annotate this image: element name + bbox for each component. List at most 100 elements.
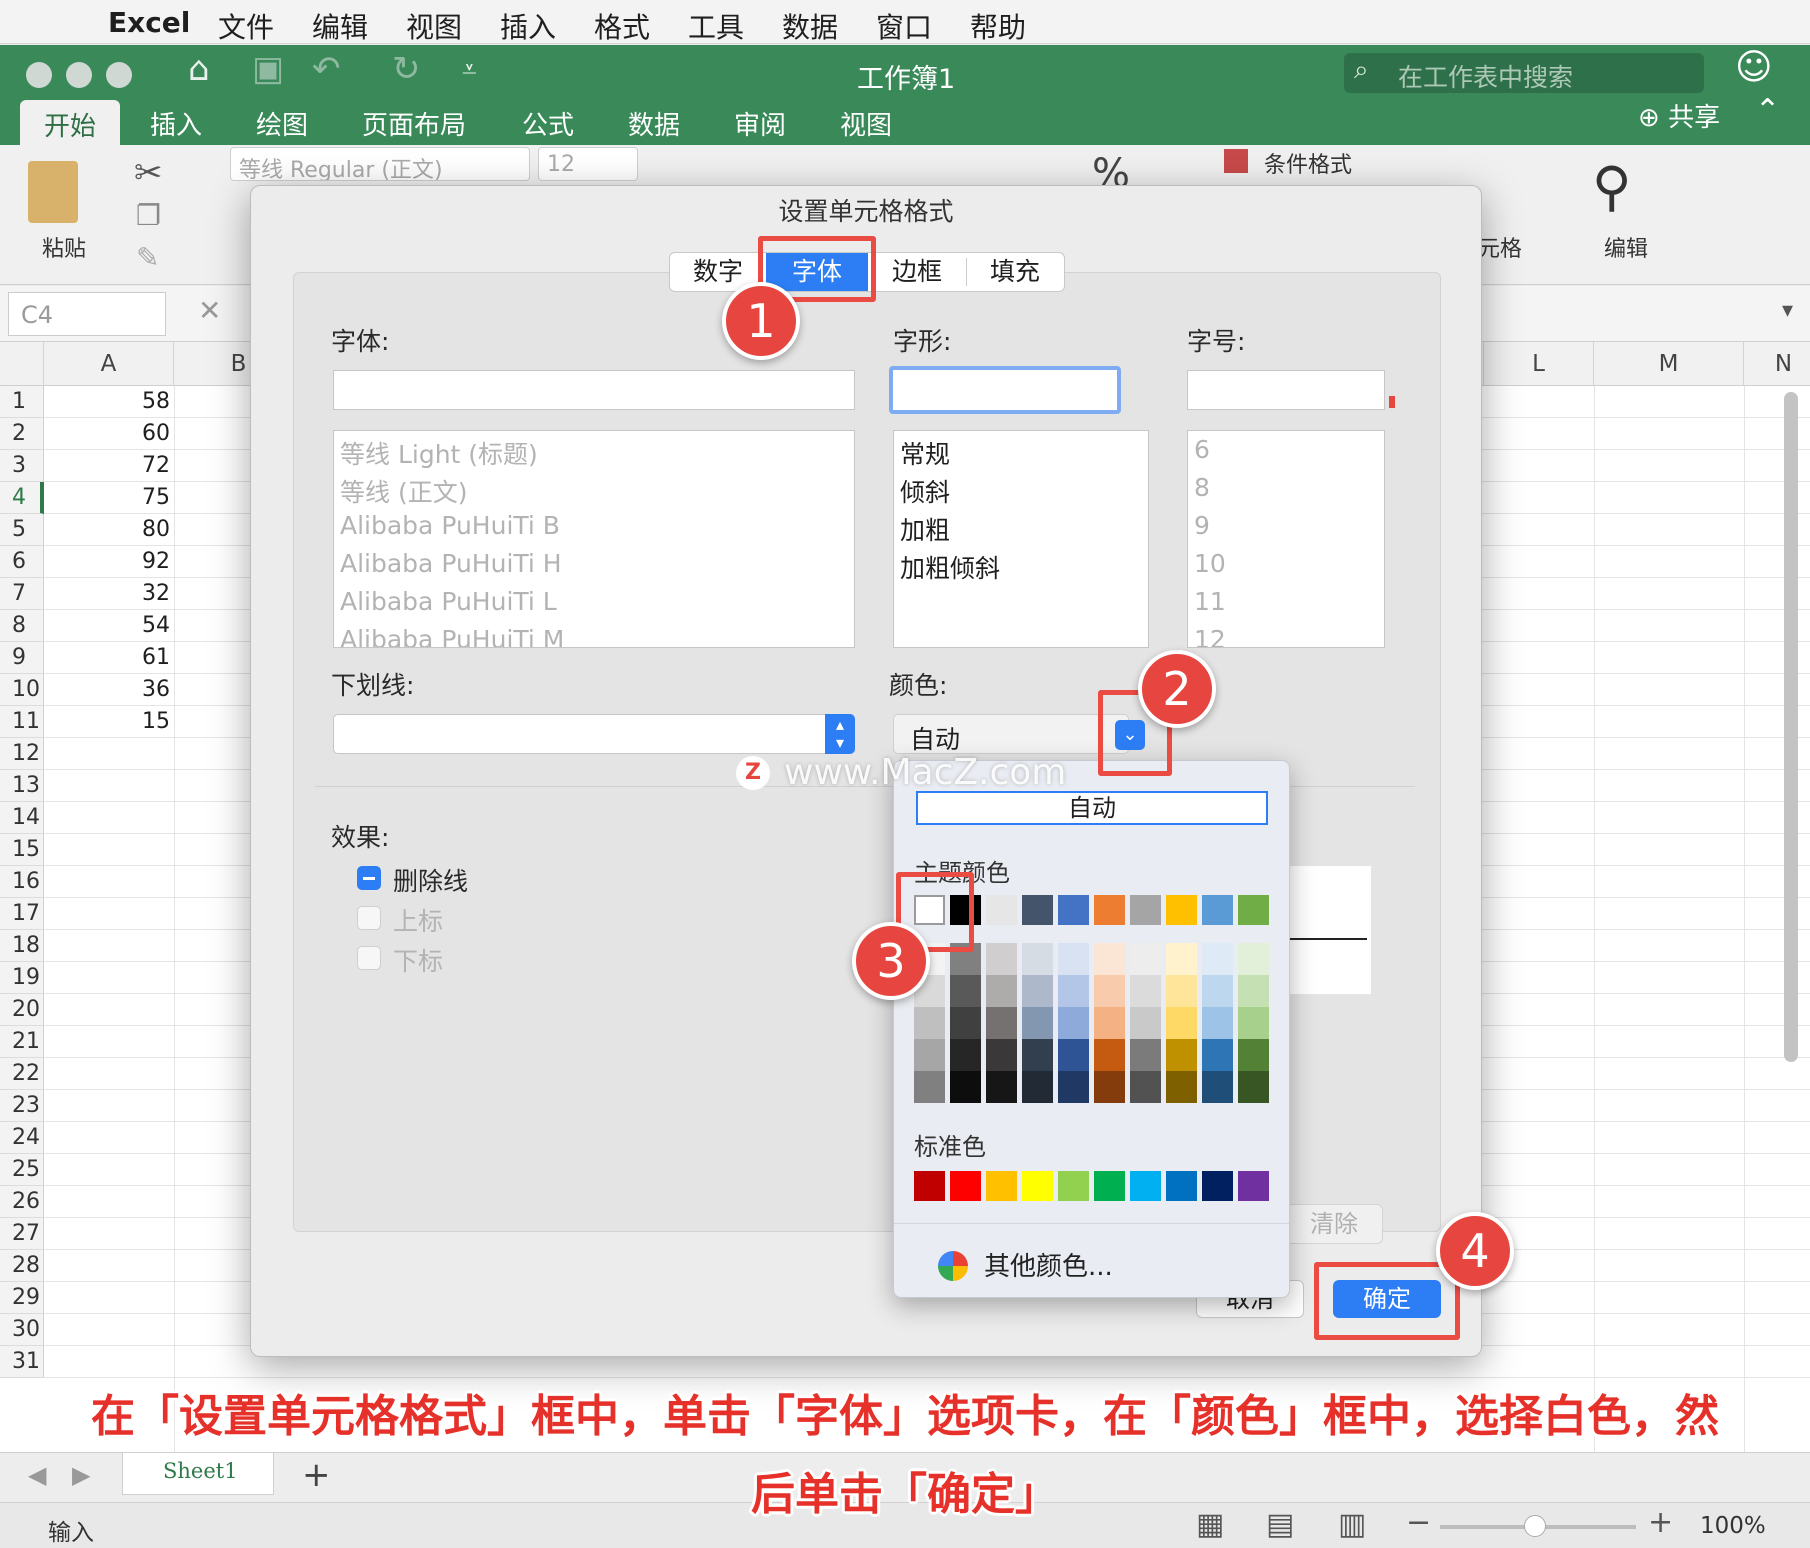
list-item[interactable]: 8 [1194,473,1210,502]
font-size-list[interactable]: 6 8 9 10 11 12 [1187,430,1385,648]
menu-file[interactable]: 文件 [218,6,274,46]
theme-shade-swatch[interactable] [1094,1039,1125,1071]
row-header[interactable]: 23 [0,1090,44,1122]
list-item[interactable]: 10 [1194,549,1226,578]
theme-shade-swatch[interactable] [986,1007,1017,1039]
theme-shade-swatch[interactable] [1130,1007,1161,1039]
list-item[interactable]: Alibaba PuHuiTi H [340,549,562,578]
row-header[interactable]: 16 [0,866,44,898]
theme-shade-swatch[interactable] [986,1039,1017,1071]
subscript-checkbox[interactable] [357,946,381,970]
row-header[interactable]: 17 [0,898,44,930]
menu-app-name[interactable]: Excel [108,6,190,39]
color-select[interactable]: 自动 [893,714,1129,754]
standard-color-swatch[interactable] [1166,1171,1197,1201]
menu-insert[interactable]: 插入 [500,6,556,46]
row-header[interactable]: 19 [0,962,44,994]
table-cell[interactable]: 58 [44,386,174,418]
theme-shade-swatch[interactable] [1166,975,1197,1007]
theme-color-swatch[interactable] [986,895,1017,925]
list-item[interactable]: Alibaba PuHuiTi B [340,511,560,540]
theme-shade-swatch[interactable] [1058,943,1089,975]
theme-shade-swatch[interactable] [1238,975,1269,1007]
expand-formula-bar-icon[interactable]: ▾ [1782,298,1793,323]
row-header[interactable]: 1 [0,386,44,418]
theme-shade-swatch[interactable] [950,975,981,1007]
theme-color-swatch[interactable] [1166,895,1197,925]
undo-icon[interactable]: ↶ [312,49,341,89]
theme-shade-swatch[interactable] [1022,975,1053,1007]
table-cell[interactable]: 15 [44,706,174,738]
list-item[interactable]: 加粗倾斜 [900,549,1000,585]
theme-color-swatch[interactable] [1202,895,1233,925]
theme-shade-swatch[interactable] [1166,943,1197,975]
theme-color-swatch[interactable] [1130,895,1161,925]
tab-fill[interactable]: 填充 [966,253,1064,291]
standard-color-swatch[interactable] [1094,1171,1125,1201]
theme-shade-swatch[interactable] [950,1007,981,1039]
tab-formulas[interactable]: 公式 [522,105,574,142]
theme-shade-swatch[interactable] [1166,1039,1197,1071]
row-header[interactable]: 11 [0,706,44,738]
feedback-smiley-icon[interactable]: ☺ [1735,47,1773,88]
tab-page-layout[interactable]: 页面布局 [362,105,466,142]
theme-shade-swatch[interactable] [914,1039,945,1071]
tab-border[interactable]: 边框 [868,253,966,291]
list-item[interactable]: 等线 (正文) [340,473,467,509]
row-header[interactable]: 21 [0,1026,44,1058]
standard-color-swatch[interactable] [986,1171,1017,1201]
menu-format[interactable]: 格式 [594,6,650,46]
font-style-list[interactable]: 常规 倾斜 加粗 加粗倾斜 [893,430,1149,648]
theme-shade-swatch[interactable] [1130,943,1161,975]
cut-icon[interactable]: ✂ [134,153,163,193]
share-button[interactable]: ⊕ 共享 [1638,97,1720,134]
list-item[interactable]: 12 [1194,625,1226,647]
theme-shade-swatch[interactable] [1094,975,1125,1007]
row-header[interactable]: 25 [0,1154,44,1186]
row-header[interactable]: 7 [0,578,44,610]
underline-select[interactable]: ▴ ▾ [333,714,855,754]
theme-shade-swatch[interactable] [986,1071,1017,1103]
table-cell[interactable]: 72 [44,450,174,482]
row-header[interactable]: 6 [0,546,44,578]
theme-shade-swatch[interactable] [1202,943,1233,975]
theme-shade-swatch[interactable] [1166,1071,1197,1103]
tab-data[interactable]: 数据 [628,105,680,142]
row-header[interactable]: 18 [0,930,44,962]
list-item[interactable]: 倾斜 [900,473,950,509]
search-input[interactable]: 在工作表中搜索 [1398,58,1573,94]
column-header-a[interactable]: A [44,342,174,386]
row-header[interactable]: 15 [0,834,44,866]
table-cell[interactable]: 75 [44,482,174,514]
theme-shade-swatch[interactable] [1130,1071,1161,1103]
row-header[interactable]: 13 [0,770,44,802]
theme-shade-swatch[interactable] [1202,1007,1233,1039]
row-header[interactable]: 22 [0,1058,44,1090]
theme-shade-swatch[interactable] [1022,1071,1053,1103]
close-window-button[interactable] [26,62,52,88]
theme-shade-swatch[interactable] [1058,1039,1089,1071]
theme-shade-swatch[interactable] [914,1007,945,1039]
column-header-l[interactable]: L [1484,342,1594,386]
paste-icon[interactable] [28,161,78,223]
standard-color-swatch[interactable] [950,1171,981,1201]
list-item[interactable]: 11 [1194,587,1226,616]
font-style-input[interactable] [889,366,1121,414]
row-header[interactable]: 12 [0,738,44,770]
conditional-format-button[interactable]: 条件格式 [1264,147,1352,179]
table-cell[interactable]: 80 [44,514,174,546]
table-cell[interactable]: 36 [44,674,174,706]
theme-shade-swatch[interactable] [1022,1039,1053,1071]
theme-shade-swatch[interactable] [1022,1007,1053,1039]
copy-icon[interactable]: ❐ [136,199,161,232]
theme-shade-swatch[interactable] [1130,975,1161,1007]
row-header[interactable]: 5 [0,514,44,546]
select-all-corner[interactable] [0,342,44,386]
row-header[interactable]: 28 [0,1250,44,1282]
theme-shade-swatch[interactable] [1238,1039,1269,1071]
list-item[interactable]: 常规 [900,435,950,471]
theme-color-swatch[interactable] [1094,895,1125,925]
collapse-ribbon-icon[interactable]: ⌃ [1755,93,1780,128]
cancel-entry-icon[interactable]: ✕ [198,294,221,327]
list-item[interactable]: 9 [1194,511,1210,540]
